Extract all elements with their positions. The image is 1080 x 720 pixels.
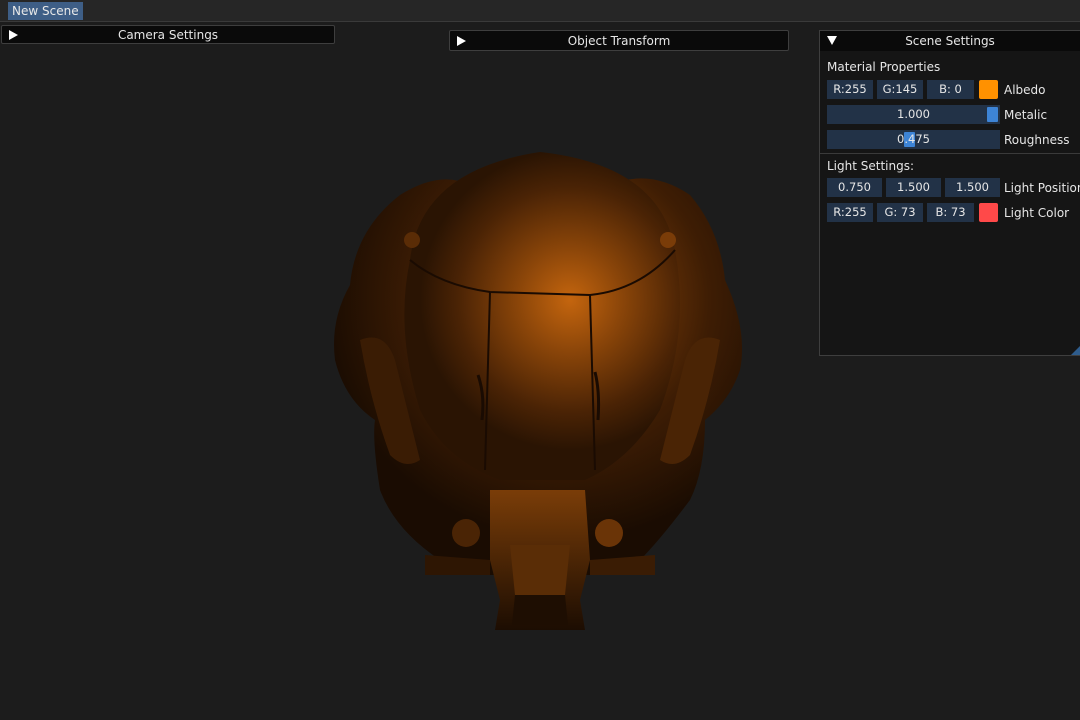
light-position-x-field[interactable]: 0.750 <box>827 178 882 197</box>
resize-grip-icon[interactable] <box>1071 346 1080 355</box>
scene-settings-title: Scene Settings <box>905 34 995 48</box>
light-color-label: Light Color <box>1004 206 1070 220</box>
light-color-r-field[interactable]: R:255 <box>827 203 873 222</box>
menu-bar: New Scene <box>0 0 1080 22</box>
menu-new-scene[interactable]: New Scene <box>8 2 83 20</box>
albedo-r-field[interactable]: R:255 <box>827 80 873 99</box>
light-position-y-field[interactable]: 1.500 <box>886 178 941 197</box>
camera-settings-window[interactable]: Camera Settings <box>1 25 335 44</box>
albedo-color-swatch[interactable] <box>979 80 998 99</box>
light-color-b-field[interactable]: B: 73 <box>927 203 974 222</box>
light-color-g-field[interactable]: G: 73 <box>877 203 923 222</box>
metalic-value: 1.000 <box>897 107 930 121</box>
camera-settings-title: Camera Settings <box>117 28 219 42</box>
scene-settings-titlebar[interactable]: Scene Settings <box>820 31 1080 51</box>
light-color-swatch[interactable] <box>979 203 998 222</box>
light-position-z-field[interactable]: 1.500 <box>945 178 1000 197</box>
light-settings-heading: Light Settings: <box>827 159 915 173</box>
section-divider <box>820 153 1080 154</box>
material-properties-heading: Material Properties <box>827 60 941 74</box>
albedo-b-field[interactable]: B: 0 <box>927 80 974 99</box>
scene-settings-window: Scene Settings Material Properties R:255… <box>819 30 1080 356</box>
roughness-value: 0.475 <box>897 132 930 146</box>
object-transform-title: Object Transform <box>567 34 671 48</box>
object-transform-window[interactable]: Object Transform <box>449 30 789 51</box>
roughness-label: Roughness <box>1004 133 1070 147</box>
albedo-label: Albedo <box>1004 83 1046 97</box>
albedo-g-field[interactable]: G:145 <box>877 80 923 99</box>
metalic-slider[interactable]: 1.000 <box>827 105 1000 124</box>
roughness-slider[interactable]: 0.475 <box>827 130 1000 149</box>
metalic-label: Metalic <box>1004 108 1048 122</box>
light-position-label: Light Position <box>1004 181 1080 195</box>
